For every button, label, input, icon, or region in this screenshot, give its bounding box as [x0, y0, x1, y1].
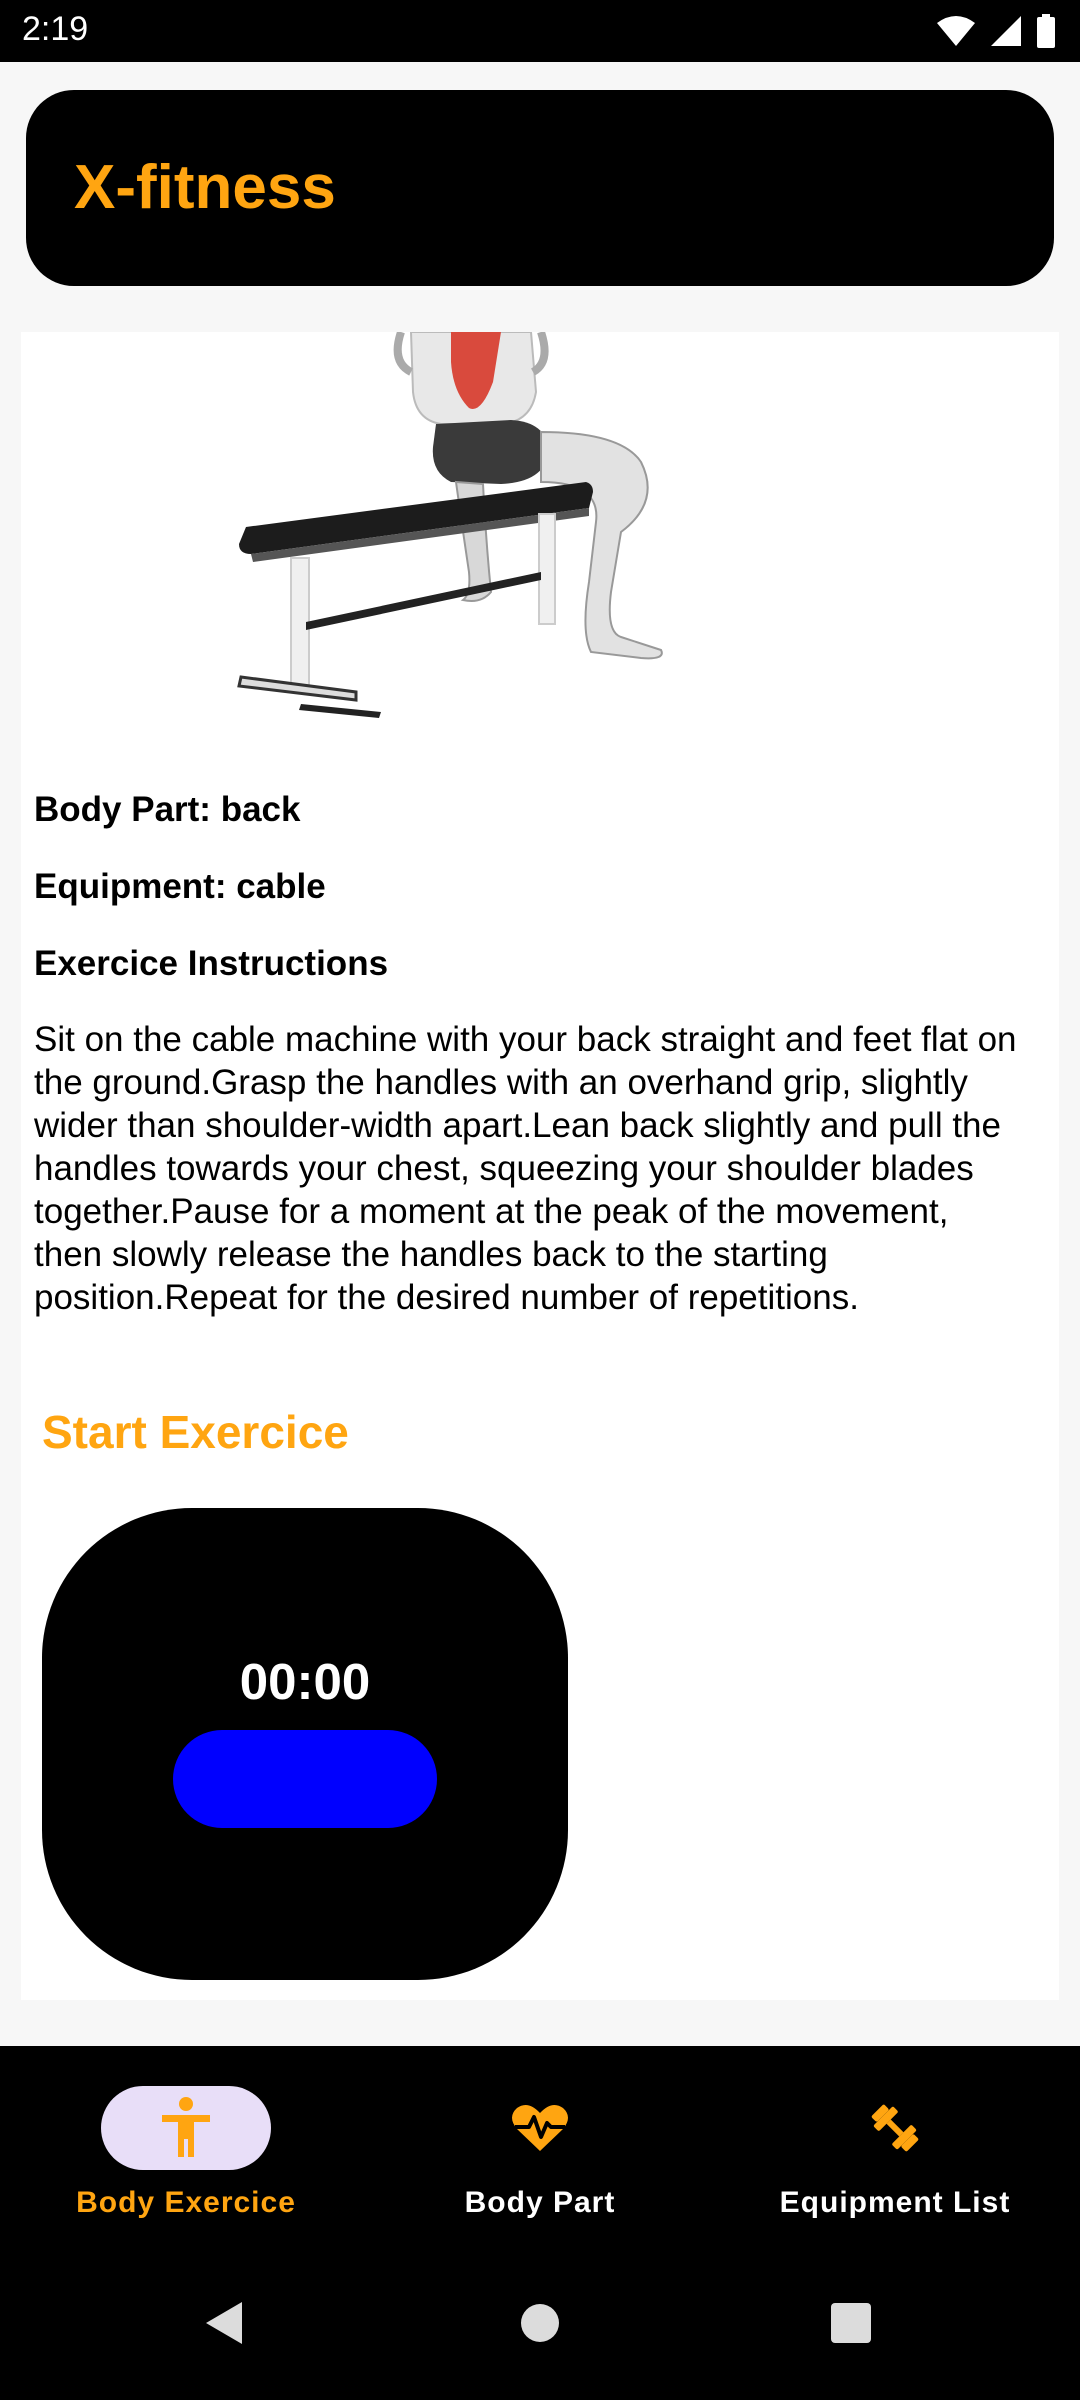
instructions-heading: Exercice Instructions [34, 944, 389, 983]
start-exercise-label: Start Exercice [42, 1406, 349, 1458]
wifi-icon [937, 16, 975, 46]
back-icon[interactable] [204, 2300, 244, 2346]
equipment-label: Equipment: cable [34, 867, 326, 906]
nav-icon-container [810, 2086, 980, 2170]
app-header: X-fitness [26, 90, 1054, 286]
nav-icon-container [455, 2086, 625, 2170]
timer-start-button[interactable] [173, 1730, 437, 1828]
dumbbell-icon [871, 2104, 919, 2152]
status-icons [936, 13, 1056, 49]
status-bar: 2:19 [0, 0, 1080, 62]
nav-label-body-part: Body Part [464, 2186, 616, 2219]
exercise-illustration [237, 332, 663, 718]
app-title: X-fitness [74, 153, 336, 222]
signal-icon [991, 16, 1021, 46]
nav-label-body-exercice: Body Exercice [76, 2186, 296, 2219]
timer-display: 00:00 [239, 1653, 371, 1710]
instructions-text: Sit on the cable machine with your back … [34, 1020, 1017, 1317]
exercise-detail-card: Body Part: back Equipment: cable Exercic… [21, 332, 1059, 2000]
nav-item-body-part[interactable]: Body Part [390, 2086, 690, 2236]
nav-active-indicator [101, 2086, 271, 2170]
nav-item-equipment-list[interactable]: Equipment List [745, 2086, 1045, 2236]
timer-panel: 00:00 [42, 1508, 568, 1980]
status-time: 2:19 [22, 10, 89, 48]
system-navigation-bar [0, 2256, 1080, 2400]
recents-icon[interactable] [830, 2300, 872, 2346]
nav-item-body-exercice[interactable]: Body Exercice [36, 2086, 336, 2236]
body-part-label: Body Part: back [34, 790, 301, 829]
bottom-navigation: Body Exercice Body Part Equipment List [0, 2046, 1080, 2256]
home-icon[interactable] [520, 2300, 560, 2346]
nav-label-equipment-list: Equipment List [779, 2186, 1011, 2219]
header-area: X-fitness [0, 62, 1080, 310]
battery-icon [1037, 14, 1055, 48]
heart-pulse-icon [512, 2104, 568, 2151]
person-icon [162, 2097, 210, 2157]
